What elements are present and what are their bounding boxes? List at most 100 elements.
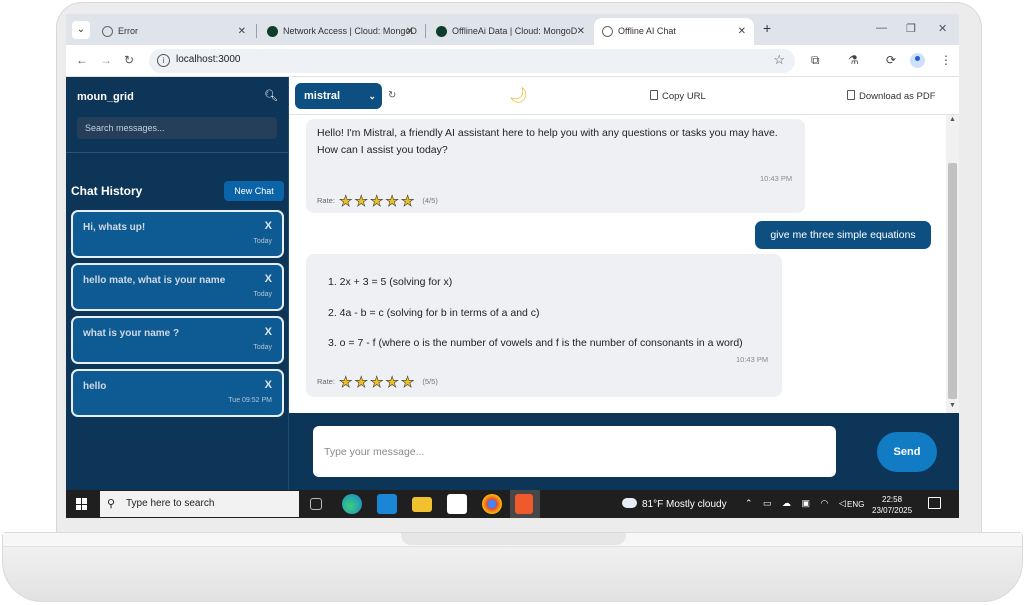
sync-icon[interactable]: ⟳ xyxy=(886,53,896,67)
moon-icon[interactable]: 🌙︎ xyxy=(509,86,528,104)
language-indicator[interactable]: ENG xyxy=(847,500,864,509)
sidebar-divider xyxy=(66,152,289,153)
star-icon[interactable]: ★ xyxy=(370,373,384,392)
star-icon[interactable]: ★ xyxy=(339,373,353,392)
sidebar: moun_grid 🔍︎ Chat History New Chat Hi, w… xyxy=(66,77,289,490)
message-scrollbar[interactable]: ▲ ▼ xyxy=(946,115,959,413)
rating-count: (4/5) xyxy=(422,196,438,205)
rate-label: Rate: xyxy=(317,196,335,205)
taskbar-clock[interactable]: 22:58 23/07/2025 xyxy=(872,494,912,516)
chat-history-item[interactable]: Hi, whats up! X Today xyxy=(71,210,284,258)
chat-topbar: mistral ⌄ ↻ 🌙︎ Copy URL Download as PDF xyxy=(289,77,959,115)
weather-text: 81°F Mostly cloudy xyxy=(642,499,727,510)
search-icon[interactable]: 🔍︎ xyxy=(264,89,278,102)
tab-title: Offline AI Chat xyxy=(618,26,676,36)
postman-icon[interactable] xyxy=(515,494,533,514)
bookmark-star-icon[interactable]: ☆ xyxy=(773,52,785,68)
taskbar-search-placeholder: Type here to search xyxy=(126,498,215,509)
scroll-down-arrow-icon[interactable]: ▼ xyxy=(949,402,956,409)
forward-arrow-icon[interactable]: → xyxy=(100,53,112,67)
plus-icon[interactable]: + xyxy=(839,439,851,462)
delete-chat-button[interactable]: X xyxy=(265,220,272,232)
star-icon[interactable]: ★ xyxy=(401,192,415,211)
delete-chat-button[interactable]: X xyxy=(265,273,272,285)
chat-item-time: Today xyxy=(253,291,272,298)
rate-label: Rate: xyxy=(317,377,335,386)
weather-widget[interactable]: 81°F Mostly cloudy xyxy=(622,498,727,510)
send-button[interactable]: Send xyxy=(877,432,937,472)
close-icon[interactable]: ✕ xyxy=(577,18,585,45)
star-icon[interactable]: ★ xyxy=(385,373,399,392)
menu-kebab-icon[interactable]: ⋮ xyxy=(940,53,952,67)
labs-flask-icon[interactable]: ⚗ xyxy=(848,53,859,67)
star-icon[interactable]: ★ xyxy=(370,192,384,211)
download-pdf-button[interactable]: Download as PDF xyxy=(847,90,936,102)
vscode-icon[interactable] xyxy=(377,494,397,514)
restore-icon[interactable]: ❐ xyxy=(906,22,916,35)
cloud-icon xyxy=(622,498,637,508)
close-icon[interactable]: ✕ xyxy=(406,18,414,45)
delete-chat-button[interactable]: X xyxy=(265,326,272,338)
address-bar[interactable]: i localhost:3000 ☆ xyxy=(149,49,795,73)
copy-url-button[interactable]: Copy URL xyxy=(650,90,706,102)
tab-separator xyxy=(256,24,257,38)
assistant-message: Hello! I'm Mistral, a friendly AI assist… xyxy=(306,119,805,213)
search-messages-input[interactable] xyxy=(77,117,277,139)
tab-separator xyxy=(425,24,426,38)
chat-item-title: Hi, whats up! xyxy=(83,222,146,233)
star-icon[interactable]: ★ xyxy=(339,192,353,211)
star-icon[interactable]: ★ xyxy=(354,373,368,392)
chat-main: mistral ⌄ ↻ 🌙︎ Copy URL Download as PDF … xyxy=(289,77,959,490)
chat-history-item[interactable]: what is your name ? X Today xyxy=(71,316,284,364)
chat-history-item[interactable]: hello mate, what is your name X Today xyxy=(71,263,284,311)
url-text[interactable]: localhost:3000 xyxy=(176,54,241,65)
star-icon[interactable]: ★ xyxy=(385,192,399,211)
window-close-icon[interactable]: ✕ xyxy=(938,22,947,35)
mongodb-leaf-icon xyxy=(267,26,278,37)
chrome-icon[interactable] xyxy=(482,494,502,514)
scroll-up-arrow-icon[interactable]: ▲ xyxy=(949,116,956,123)
rating-row: Rate: ★ ★ ★ ★ ★ (5/5) xyxy=(317,373,438,392)
clock-time: 22:58 xyxy=(882,495,903,504)
system-tray-icons[interactable]: ⌃ ▭ ☁ ▣ ◠ ◁ xyxy=(745,498,850,509)
back-arrow-icon[interactable]: ← xyxy=(76,53,88,67)
close-icon[interactable]: ✕ xyxy=(738,18,746,45)
message-input[interactable] xyxy=(313,426,836,477)
refresh-icon[interactable]: ↻ xyxy=(388,90,396,101)
minimize-icon[interactable]: — xyxy=(876,22,887,34)
delete-chat-button[interactable]: X xyxy=(265,379,272,391)
star-icon[interactable]: ★ xyxy=(401,373,415,392)
notification-icon[interactable] xyxy=(928,497,941,509)
reload-icon[interactable]: ↻ xyxy=(124,53,134,67)
laptop-notch xyxy=(401,533,626,545)
task-view-icon[interactable] xyxy=(310,498,322,510)
windows-start-icon[interactable] xyxy=(76,498,88,510)
chat-history-item[interactable]: hello X Tue 09:52 PM xyxy=(71,369,284,417)
extensions-icon[interactable]: ⧉ xyxy=(811,53,820,68)
profile-avatar-icon[interactable] xyxy=(910,53,925,68)
info-icon[interactable]: i xyxy=(157,54,170,67)
model-select[interactable]: mistral ⌄ xyxy=(295,83,382,109)
scroll-thumb[interactable] xyxy=(948,163,957,399)
edge-browser-icon[interactable] xyxy=(342,494,362,514)
tab-error[interactable]: Error ✕ xyxy=(94,18,254,45)
app-title: moun_grid xyxy=(77,91,134,103)
new-chat-button[interactable]: New Chat xyxy=(224,181,284,201)
search-icon: ⚲ xyxy=(107,498,116,510)
message-list: Hello! I'm Mistral, a friendly AI assist… xyxy=(289,115,959,413)
file-explorer-icon[interactable] xyxy=(412,497,432,512)
app-w-icon[interactable] xyxy=(447,494,467,514)
browser-tabbar: ⌄ Error ✕ Network Access | Cloud: MongoD… xyxy=(66,14,959,45)
tab-offlineai-data[interactable]: OfflineAi Data | Cloud: MongoD ✕ xyxy=(428,18,593,45)
message-time: 10:43 PM xyxy=(736,355,769,364)
chat-item-time: Today xyxy=(253,238,272,245)
tab-search-icon[interactable]: ⌄ xyxy=(72,21,90,39)
close-icon[interactable]: ✕ xyxy=(238,18,246,45)
tab-offline-ai-chat[interactable]: Offline AI Chat ✕ xyxy=(594,18,754,45)
tab-network-access[interactable]: Network Access | Cloud: MongoD ✕ xyxy=(259,18,422,45)
tab-title: OfflineAi Data | Cloud: MongoD xyxy=(452,26,578,36)
taskbar-search[interactable]: ⚲ Type here to search xyxy=(100,491,299,517)
chat-app: moun_grid 🔍︎ Chat History New Chat Hi, w… xyxy=(66,77,959,490)
star-icon[interactable]: ★ xyxy=(354,192,368,211)
new-tab-icon[interactable]: + xyxy=(763,20,771,36)
